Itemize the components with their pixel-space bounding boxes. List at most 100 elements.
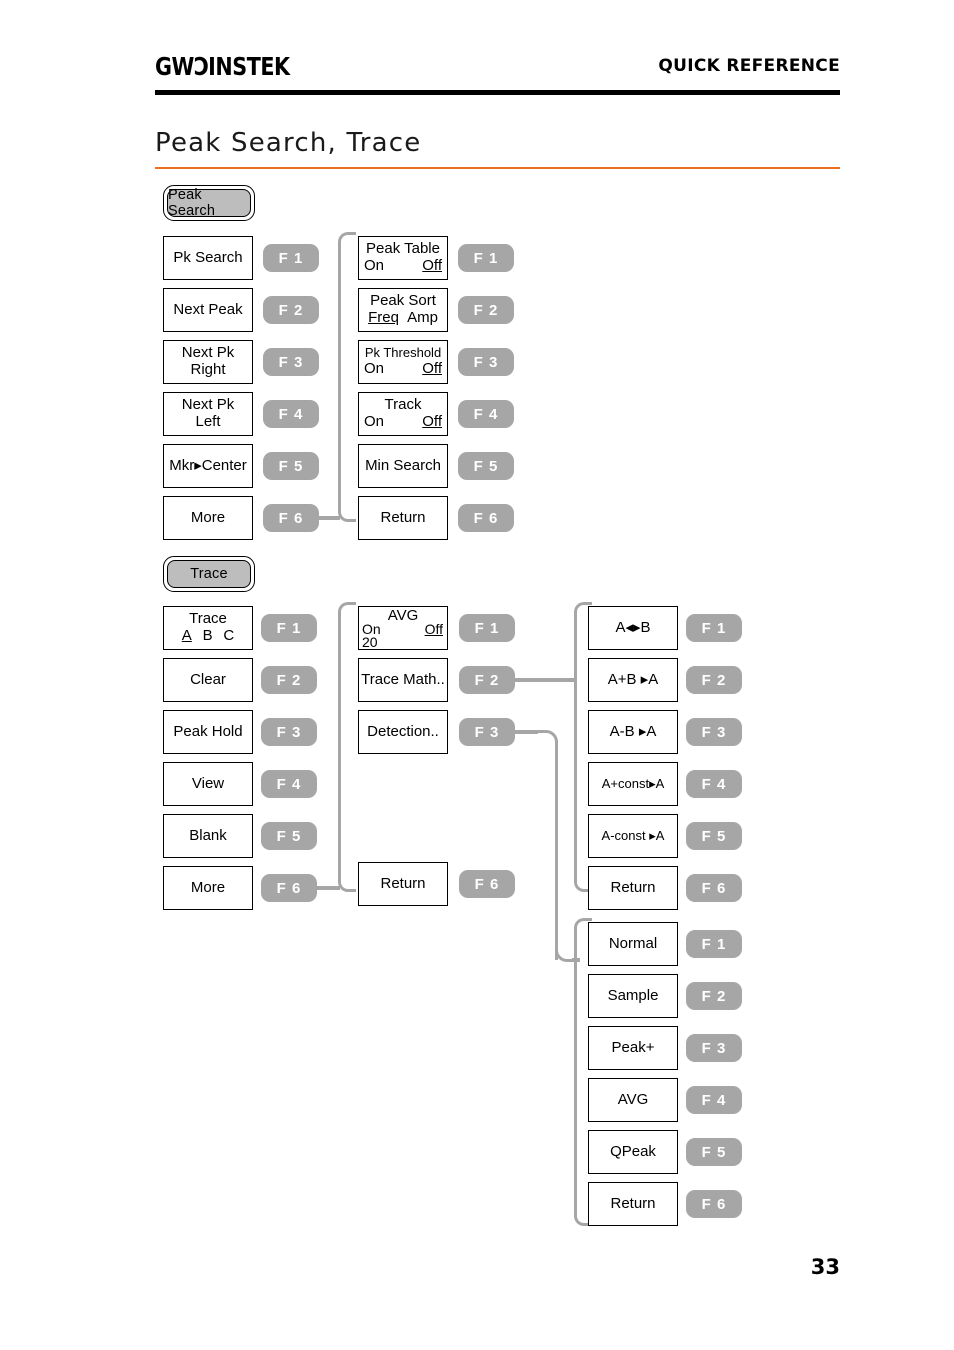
fkey-f1[interactable]: F 1 — [686, 930, 742, 958]
fkey-f3[interactable]: F 3 — [459, 718, 515, 746]
fkey-f4[interactable]: F 4 — [686, 1086, 742, 1114]
fkey-f2[interactable]: F 2 — [263, 296, 319, 324]
softkey-label: A-const ▸A — [601, 827, 665, 843]
fkey-f5[interactable]: F 5 — [458, 452, 514, 480]
trace-option-a[interactable]: A — [182, 627, 192, 645]
softkey-avg[interactable]: AVG — [588, 1078, 678, 1122]
softkey-title: Trace — [189, 610, 227, 628]
hardkey-trace[interactable]: Trace — [163, 556, 255, 592]
softkey-a-minus-const-to-a[interactable]: A-const ▸A — [588, 814, 678, 858]
softkey-return[interactable]: Return — [588, 1182, 678, 1226]
toggle-option-off[interactable]: Off — [425, 621, 443, 638]
softkey-a-plus-b-to-a[interactable]: A+B ▸A — [588, 658, 678, 702]
fkey-f4[interactable]: F 4 — [263, 400, 319, 428]
fkey-f5[interactable]: F 5 — [261, 822, 317, 850]
softkey-min-search[interactable]: Min Search — [358, 444, 448, 488]
softkey-normal[interactable]: Normal — [588, 922, 678, 966]
fkey-f6[interactable]: F 6 — [686, 1190, 742, 1218]
fkey-f5[interactable]: F 5 — [263, 452, 319, 480]
softkey-title: AVG — [387, 607, 419, 624]
softkey-a-plus-const-to-a[interactable]: A+const▸A — [588, 762, 678, 806]
softkey-view[interactable]: View — [163, 762, 253, 806]
toggle-option-freq[interactable]: Freq — [368, 309, 399, 327]
fkey-f6[interactable]: F 6 — [263, 504, 319, 532]
softkey-label: A+B ▸A — [607, 670, 659, 688]
softkey-clear[interactable]: Clear — [163, 658, 253, 702]
softkey-next-pk-right[interactable]: Next Pk Right — [163, 340, 253, 384]
toggle-option-on[interactable]: On — [364, 257, 384, 275]
fkey-f5[interactable]: F 5 — [686, 822, 742, 850]
fkey-f3[interactable]: F 3 — [686, 1034, 742, 1062]
fkey-f2[interactable]: F 2 — [686, 982, 742, 1010]
softkey-pk-threshold[interactable]: Pk Threshold On Off — [358, 340, 448, 384]
softkey-avg[interactable]: AVG On 20 Off — [358, 606, 448, 650]
toggle-option-amp[interactable]: Amp — [407, 309, 438, 327]
softkey-label: Return — [380, 508, 426, 526]
softkey-mkr-to-center[interactable]: Mkr▸Center — [163, 444, 253, 488]
connector-line — [514, 730, 538, 734]
fkey-f4[interactable]: F 4 — [261, 770, 317, 798]
softkey-blank[interactable]: Blank — [163, 814, 253, 858]
softkey-label: Mkr▸Center — [169, 456, 247, 474]
fkey-f1[interactable]: F 1 — [686, 614, 742, 642]
softkey-trace-select[interactable]: Trace A B C — [163, 606, 253, 650]
fkey-f6[interactable]: F 6 — [458, 504, 514, 532]
softkey-qpeak[interactable]: QPeak — [588, 1130, 678, 1174]
softkey-label: Pk Search — [173, 248, 243, 266]
softkey-detection[interactable]: Detection.. — [358, 710, 448, 754]
softkey-label: View — [191, 774, 225, 792]
softkey-return[interactable]: Return — [358, 496, 448, 540]
trace-option-b[interactable]: B — [203, 627, 213, 645]
softkey-peak-sort[interactable]: Peak Sort Freq Amp — [358, 288, 448, 332]
softkey-return[interactable]: Return — [588, 866, 678, 910]
fkey-f3[interactable]: F 3 — [261, 718, 317, 746]
fkey-f2[interactable]: F 2 — [458, 296, 514, 324]
toggle-option-on[interactable]: On — [364, 413, 384, 431]
trace-option-c[interactable]: C — [223, 627, 234, 645]
softkey-peak-plus[interactable]: Peak+ — [588, 1026, 678, 1070]
softkey-return[interactable]: Return — [358, 862, 448, 906]
fkey-f2[interactable]: F 2 — [261, 666, 317, 694]
softkey-track[interactable]: Track On Off — [358, 392, 448, 436]
fkey-f3[interactable]: F 3 — [263, 348, 319, 376]
fkey-f4[interactable]: F 4 — [458, 400, 514, 428]
fkey-f1[interactable]: F 1 — [458, 244, 514, 272]
softkey-label-line1: Next Pk — [181, 396, 235, 414]
toggle-option-off[interactable]: Off — [422, 413, 442, 431]
title-underline — [155, 167, 840, 169]
fkey-f6[interactable]: F 6 — [261, 874, 317, 902]
toggle-option-on[interactable]: On — [364, 360, 384, 378]
softkey-pk-search[interactable]: Pk Search — [163, 236, 253, 280]
softkey-next-peak[interactable]: Next Peak — [163, 288, 253, 332]
fkey-f1[interactable]: F 1 — [261, 614, 317, 642]
softkey-peak-table[interactable]: Peak Table On Off — [358, 236, 448, 280]
softkey-trace-math[interactable]: Trace Math.. — [358, 658, 448, 702]
fkey-f4[interactable]: F 4 — [686, 770, 742, 798]
softkey-next-pk-left[interactable]: Next Pk Left — [163, 392, 253, 436]
softkey-a-minus-b-to-a[interactable]: A-B ▸A — [588, 710, 678, 754]
softkey-peak-hold[interactable]: Peak Hold — [163, 710, 253, 754]
gwinstek-logo: GWↃINSTEK — [155, 52, 290, 81]
fkey-f6[interactable]: F 6 — [459, 870, 515, 898]
page-title: Peak Search, Trace — [155, 128, 422, 158]
softkey-more[interactable]: More — [163, 866, 253, 910]
softkey-label: Peak Hold — [173, 722, 243, 740]
fkey-f1[interactable]: F 1 — [459, 614, 515, 642]
softkey-sample[interactable]: Sample — [588, 974, 678, 1018]
fkey-f3[interactable]: F 3 — [686, 718, 742, 746]
logo-mark: Ↄ — [193, 52, 209, 81]
softkey-more[interactable]: More — [163, 496, 253, 540]
hardkey-peak-search[interactable]: Peak Search — [163, 185, 255, 221]
fkey-f3[interactable]: F 3 — [458, 348, 514, 376]
softkey-label: A-B ▸A — [609, 722, 657, 740]
toggle-option-off[interactable]: Off — [422, 360, 442, 378]
toggle-option-off[interactable]: Off — [422, 257, 442, 275]
softkey-label: Sample — [607, 986, 659, 1004]
softkey-a-swap-b[interactable]: A◂▸B — [588, 606, 678, 650]
fkey-f2[interactable]: F 2 — [459, 666, 515, 694]
fkey-f1[interactable]: F 1 — [263, 244, 319, 272]
fkey-f5[interactable]: F 5 — [686, 1138, 742, 1166]
softkey-label: QPeak — [610, 1142, 656, 1160]
fkey-f2[interactable]: F 2 — [686, 666, 742, 694]
fkey-f6[interactable]: F 6 — [686, 874, 742, 902]
